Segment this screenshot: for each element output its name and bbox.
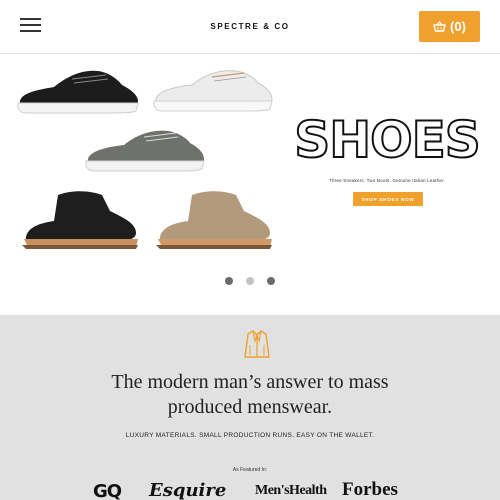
basket-icon — [433, 21, 446, 32]
as-featured-label: As Featured In: — [232, 467, 268, 473]
mens-health-logo: Men'sHealth — [255, 483, 327, 498]
cart-count: (0) — [450, 19, 466, 34]
white-sneaker-image — [153, 70, 273, 112]
headline-line-1: The modern man’s answer to mass — [111, 371, 389, 393]
esquire-logo: Esquire — [149, 480, 227, 500]
site-header: SPECTRE & CO (0) — [0, 0, 500, 54]
jacket-icon — [244, 330, 270, 358]
hero-title: SHOES — [293, 111, 482, 169]
black-boot-image — [22, 191, 138, 249]
carousel-pagination — [0, 277, 500, 285]
headline-line-2: produced menswear. — [167, 396, 333, 418]
gq-logo: GQ — [93, 481, 122, 500]
brand-headline: The modern man’s answer to mass produced… — [0, 370, 500, 420]
press-logos: GQ Esquire Men'sHealth Forbes — [0, 477, 500, 500]
tan-boot-image — [156, 191, 272, 249]
brand-tagline: LUXURY MATERIALS. SMALL PRODUCTION RUNS.… — [125, 432, 375, 439]
hero-subtitle: Three Sneakers. Two Boots. Genuine Itali… — [329, 178, 445, 183]
hero-banner[interactable]: SHOES Three Sneakers. Two Boots. Genuine… — [0, 55, 500, 264]
carousel-dot-1[interactable] — [225, 277, 233, 285]
shop-shoes-button[interactable]: SHOP SHOES NOW — [353, 192, 423, 206]
carousel-dot-2[interactable] — [246, 277, 254, 285]
cart-button[interactable]: (0) — [419, 11, 480, 42]
gray-sneaker-image — [85, 130, 205, 172]
forbes-logo: Forbes — [342, 479, 398, 500]
black-sneaker-image — [17, 70, 139, 114]
carousel-dot-3[interactable] — [267, 277, 275, 285]
brand-intro-section: The modern man’s answer to mass produced… — [0, 315, 500, 500]
